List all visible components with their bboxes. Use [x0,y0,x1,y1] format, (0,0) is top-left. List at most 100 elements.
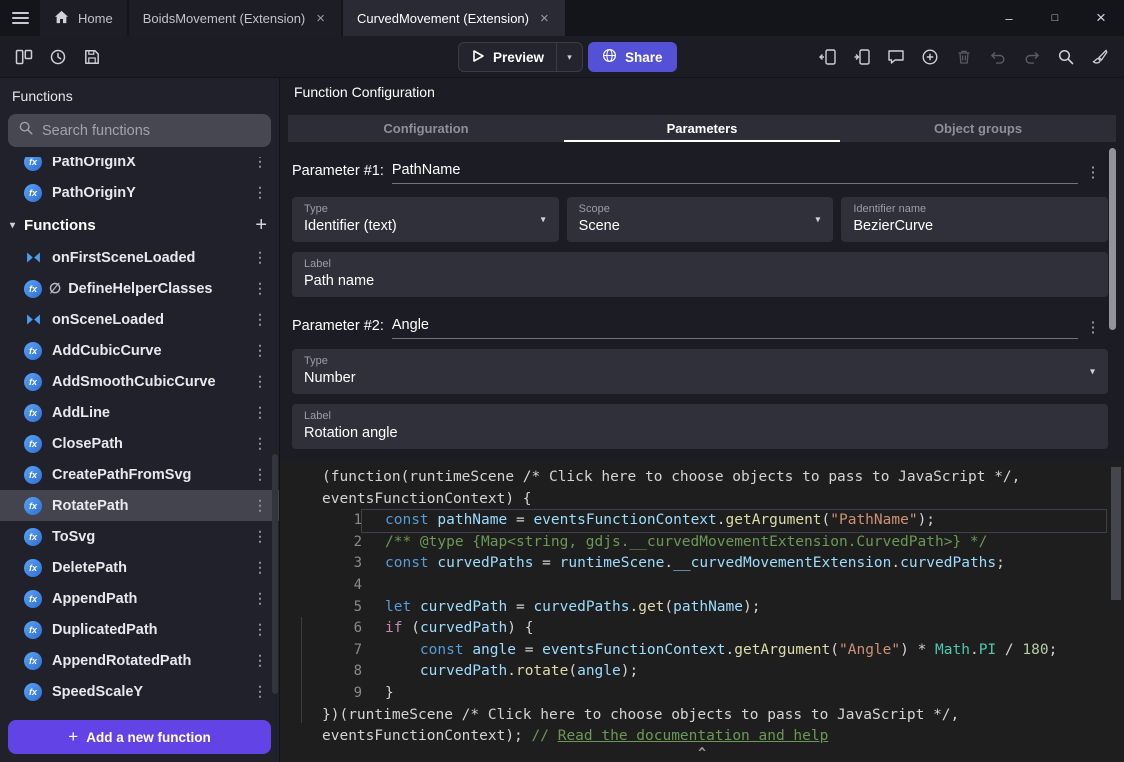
feedback-icon[interactable] [882,43,910,71]
function-list-item[interactable]: fxClosePath⋮ [0,428,279,459]
function-name: DuplicatedPath [52,622,158,638]
item-menu-icon[interactable]: ⋮ [251,652,269,669]
main-menu-button[interactable] [0,0,40,36]
share-button[interactable]: Share [588,42,677,72]
item-menu-icon[interactable]: ⋮ [251,466,269,483]
theme-brush-icon[interactable] [1086,43,1114,71]
identifier-name-field[interactable]: Identifier name BezierCurve [841,197,1108,242]
config-tab-parameters[interactable]: Parameters [564,115,840,142]
label-field-1[interactable]: Label Path name [292,252,1108,297]
type-dropdown-2[interactable]: Type Number ▾ [292,349,1108,394]
item-menu-icon[interactable]: ⋮ [251,528,269,545]
function-list-item[interactable]: fxCreatePathFromSvg⋮ [0,459,279,490]
item-menu-icon[interactable]: ⋮ [251,590,269,607]
code-line: 4 [280,575,1124,597]
tab-close-icon[interactable]: × [314,9,327,28]
function-list-item[interactable]: fxPathOriginX⋮ [0,157,279,177]
item-menu-icon[interactable]: ⋮ [251,280,269,297]
item-menu-icon[interactable]: ⋮ [251,342,269,359]
function-list-item[interactable]: fxPathOriginY⋮ [0,177,279,208]
add-new-function-button[interactable]: + Add a new function [8,720,271,754]
editor-guide-line [301,617,302,723]
publish-icon[interactable] [814,43,842,71]
code-line[interactable]: eventsFunctionContext); // Read the docu… [280,726,1124,748]
function-list-item[interactable]: fxRotatePath⋮ [0,490,279,521]
function-name: RotatePath [52,498,129,514]
undo-icon[interactable] [984,43,1012,71]
redo-icon[interactable] [1018,43,1046,71]
export-icon[interactable] [848,43,876,71]
parameter-2-menu-icon[interactable]: ⋮ [1078,318,1108,339]
item-menu-icon[interactable]: ⋮ [251,373,269,390]
minimize-button[interactable]: – [986,0,1032,36]
parameter-1-menu-icon[interactable]: ⋮ [1078,163,1108,184]
code-line[interactable]: eventsFunctionContext) { [280,489,1124,511]
search-icon [18,120,34,141]
label-value: Rotation angle [304,425,1096,441]
config-content: Parameter #1: PathName ⋮ Type Identifier… [280,142,1124,462]
titlebar-tab[interactable]: BoidsMovement (Extension)× [129,0,341,36]
function-list-item[interactable]: fxDuplicatedPath⋮ [0,614,279,645]
editor-scrollbar[interactable] [1111,467,1121,600]
sidebar-scrollbar[interactable] [272,454,278,694]
function-list-item[interactable]: onFirstSceneLoaded⋮ [0,242,279,273]
item-menu-icon[interactable]: ⋮ [251,683,269,700]
function-icon: fx [24,590,42,608]
function-list-item[interactable]: fxAppendRotatedPath⋮ [0,645,279,676]
documentation-link[interactable]: Read the documentation and help [558,728,829,744]
search-icon[interactable] [1052,43,1080,71]
function-list-item[interactable]: fx∅DefineHelperClasses⋮ [0,273,279,304]
config-scrollbar[interactable] [1109,148,1116,330]
item-menu-icon[interactable]: ⋮ [251,435,269,452]
function-list-item[interactable]: fxSpeedScaleY⋮ [0,676,279,707]
line-number: 9 [280,683,362,705]
add-circle-icon[interactable] [916,43,944,71]
item-menu-icon[interactable]: ⋮ [251,621,269,638]
window-body: Functions fxPathOriginX⋮fxPathOriginY⋮▾F… [0,78,1124,762]
maximize-button[interactable]: □ [1032,0,1078,36]
search-input[interactable] [42,123,261,139]
collapse-editor-icon[interactable]: ^ [698,746,706,761]
functions-section-header[interactable]: ▾Functions+ [0,208,279,242]
parameter-2-header: Parameter #2: Angle ⋮ [292,317,1108,339]
titlebar-tab[interactable]: CurvedMovement (Extension)× [343,0,565,36]
item-menu-icon[interactable]: ⋮ [251,184,269,201]
preview-button[interactable]: Preview [459,49,556,66]
save-icon[interactable] [78,43,106,71]
label-field-2[interactable]: Label Rotation angle [292,404,1108,449]
function-list-item[interactable]: onSceneLoaded⋮ [0,304,279,335]
function-list-item[interactable]: fxToSvg⋮ [0,521,279,552]
history-icon[interactable] [44,43,72,71]
item-menu-icon[interactable]: ⋮ [251,157,269,170]
panels-layout-icon[interactable] [10,43,38,71]
item-menu-icon[interactable]: ⋮ [251,249,269,266]
parameter-1-name-input[interactable]: PathName [392,162,1078,184]
item-menu-icon[interactable]: ⋮ [251,311,269,328]
function-name: SpeedScaleY [52,684,143,700]
config-tab-object-groups[interactable]: Object groups [840,115,1116,142]
function-name: AddCubicCurve [52,343,162,359]
function-list-item[interactable]: fxAddLine⋮ [0,397,279,428]
item-menu-icon[interactable]: ⋮ [251,404,269,421]
code-line[interactable]: (function(runtimeScene /* Click here to … [280,467,1124,489]
add-function-icon[interactable]: + [255,214,267,237]
titlebar-tab[interactable]: Home [40,0,127,36]
scope-dropdown[interactable]: Scope Scene ▾ [567,197,834,242]
config-tab-configuration[interactable]: Configuration [288,115,564,142]
function-list-item[interactable]: fxDeletePath⋮ [0,552,279,583]
function-list-item[interactable]: fxAddSmoothCubicCurve⋮ [0,366,279,397]
panel-title: Function Configuration [280,78,1124,106]
delete-icon[interactable] [950,43,978,71]
item-menu-icon[interactable]: ⋮ [251,559,269,576]
preview-dropdown-button[interactable]: ▾ [556,43,582,71]
tab-close-icon[interactable]: × [538,9,551,28]
code-line[interactable]: })(runtimeScene /* Click here to choose … [280,705,1124,727]
function-list-item[interactable]: fxAppendPath⋮ [0,583,279,614]
type-dropdown[interactable]: Type Identifier (text) ▾ [292,197,559,242]
hamburger-icon [12,9,29,27]
function-list-item[interactable]: fxAddCubicCurve⋮ [0,335,279,366]
parameter-2-name-input[interactable]: Angle [392,317,1078,339]
item-menu-icon[interactable]: ⋮ [251,497,269,514]
code-editor[interactable]: (function(runtimeScene /* Click here to … [280,462,1124,762]
close-window-button[interactable]: × [1078,0,1124,36]
